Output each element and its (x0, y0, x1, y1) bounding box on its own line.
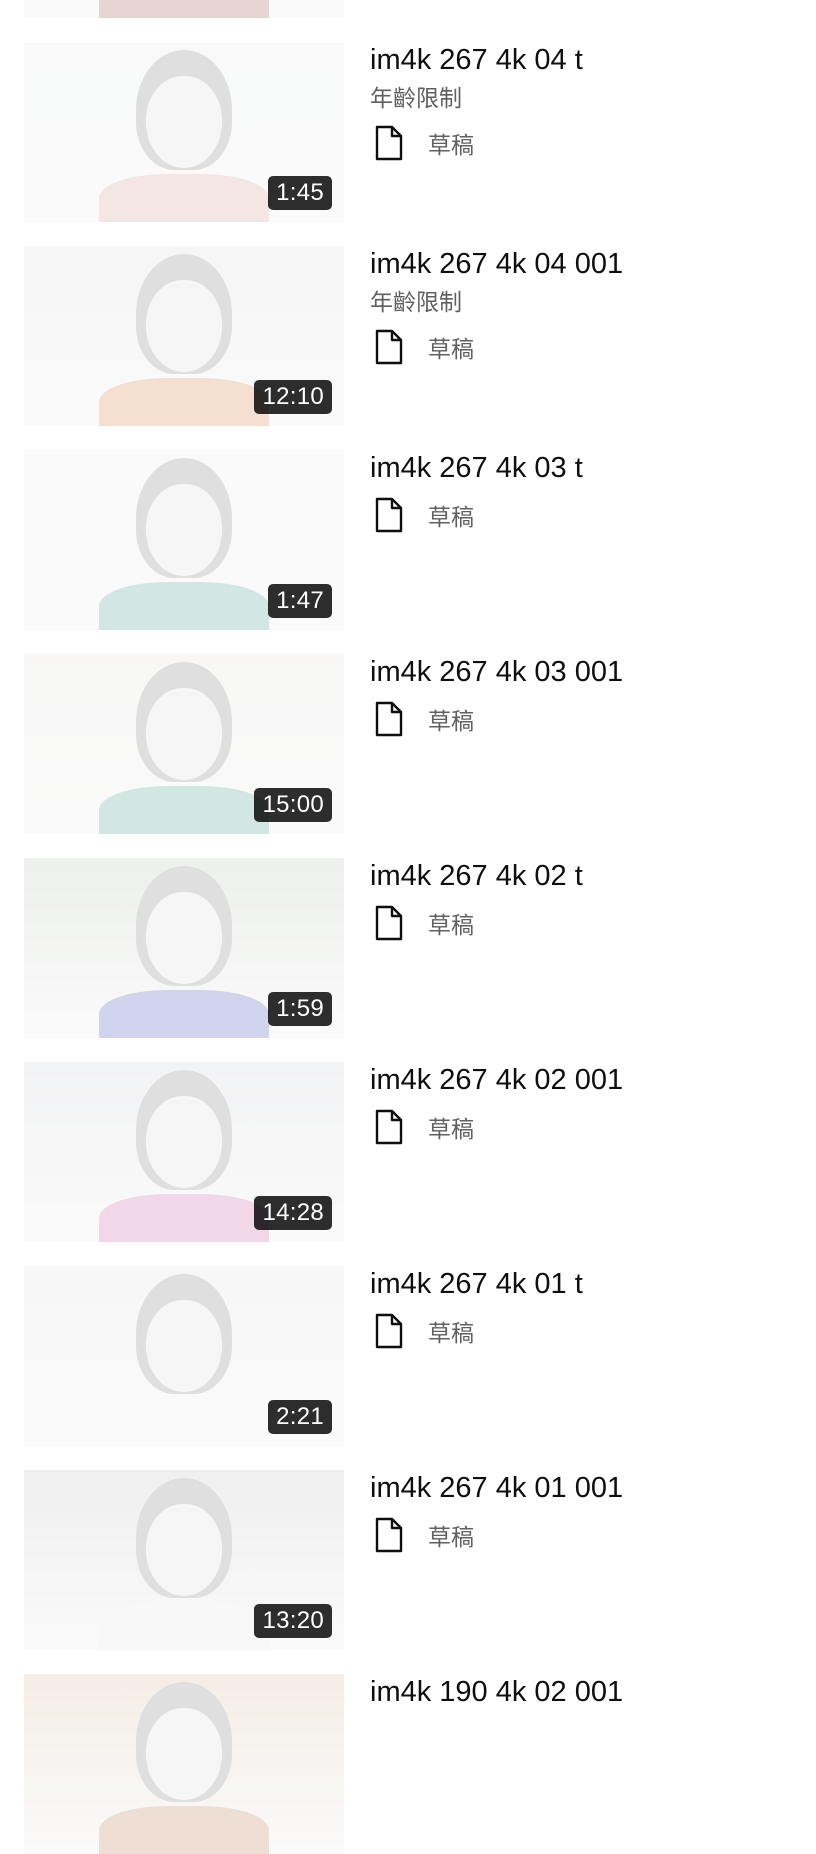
duration-badge: 2:21 (268, 1400, 332, 1434)
duration-badge: 13:20 (254, 1604, 332, 1638)
duration-badge: 14:28 (254, 1196, 332, 1230)
video-meta: im4k 190 4k 02 001 (370, 1674, 800, 1710)
video-meta: im4k 267 4k 03 t 草稿 (370, 450, 800, 534)
video-thumbnail[interactable]: 2:21 (24, 1266, 344, 1446)
visibility-status: 草稿 (370, 1108, 800, 1146)
video-list: 1:45 im4k 267 4k 04 t 年齡限制 草稿 12:10 im4k 267 … (0, 0, 816, 1854)
duration-badge: 1:45 (268, 176, 332, 210)
video-thumbnail[interactable]: 15:00 (24, 654, 344, 834)
visibility-status: 草稿 (370, 1516, 800, 1554)
age-restriction-label: 年齡限制 (370, 86, 462, 112)
video-title[interactable]: im4k 190 4k 02 001 (370, 1674, 800, 1710)
status-label: 草稿 (428, 709, 474, 735)
video-list-item[interactable]: 13:20 im4k 267 4k 01 001 草稿 (0, 1436, 816, 1650)
document-icon (374, 701, 404, 737)
video-list-item[interactable]: 1:47 im4k 267 4k 03 t 草稿 (0, 416, 816, 630)
age-restriction-label: 年齡限制 (370, 290, 462, 316)
video-title[interactable]: im4k 267 4k 03 t (370, 450, 800, 486)
video-meta: im4k 267 4k 02 t 草稿 (370, 858, 800, 942)
video-meta: im4k 267 4k 03 001 草稿 (370, 654, 800, 738)
video-thumbnail[interactable]: 13:20 (24, 1470, 344, 1650)
video-list-item[interactable]: 1:59 im4k 267 4k 02 t 草稿 (0, 824, 816, 1038)
document-icon (374, 497, 404, 533)
video-thumbnail[interactable]: 1:45 (24, 42, 344, 222)
video-thumbnail[interactable]: 14:28 (24, 1062, 344, 1242)
video-title[interactable]: im4k 267 4k 04 t (370, 42, 800, 78)
status-label: 草稿 (428, 1117, 474, 1143)
visibility-status: 草稿 (370, 496, 800, 534)
visibility-status: 草稿 (370, 1312, 800, 1350)
visibility-status: 草稿 (370, 328, 800, 366)
video-title[interactable]: im4k 267 4k 02 t (370, 858, 800, 894)
video-title[interactable]: im4k 267 4k 02 001 (370, 1062, 800, 1098)
video-title[interactable]: im4k 267 4k 03 001 (370, 654, 800, 690)
thumbnail-draft-overlay (24, 1674, 344, 1854)
video-meta: im4k 267 4k 04 001 年齡限制草稿 (370, 246, 800, 366)
video-list-item[interactable]: 1:45 im4k 267 4k 04 t 年齡限制草稿 (0, 8, 816, 222)
video-title[interactable]: im4k 267 4k 01 t (370, 1266, 800, 1302)
video-thumbnail[interactable] (24, 1674, 344, 1854)
document-icon (374, 125, 404, 161)
video-meta: im4k 267 4k 01 t 草稿 (370, 1266, 800, 1350)
video-meta: im4k 267 4k 02 001 草稿 (370, 1062, 800, 1146)
video-thumbnail[interactable]: 1:47 (24, 450, 344, 630)
video-thumbnail[interactable]: 12:10 (24, 246, 344, 426)
video-list-item[interactable]: 12:10 im4k 267 4k 04 001 年齡限制草稿 (0, 212, 816, 426)
duration-badge: 12:10 (254, 380, 332, 414)
status-label: 草稿 (428, 1321, 474, 1347)
video-list-item[interactable]: 15:00 im4k 267 4k 03 001 草稿 (0, 620, 816, 834)
video-thumbnail[interactable]: 1:59 (24, 858, 344, 1038)
video-meta: im4k 267 4k 01 001 草稿 (370, 1470, 800, 1554)
video-list-item[interactable]: 14:28 im4k 267 4k 02 001 草稿 (0, 1028, 816, 1242)
video-list-item[interactable]: im4k 190 4k 02 001 (0, 1640, 816, 1854)
document-icon (374, 905, 404, 941)
document-icon (374, 1313, 404, 1349)
document-icon (374, 329, 404, 365)
duration-badge: 1:47 (268, 584, 332, 618)
video-list-item[interactable] (0, 0, 816, 18)
duration-badge: 1:59 (268, 992, 332, 1026)
status-label: 草稿 (428, 913, 474, 939)
video-meta: im4k 267 4k 04 t 年齡限制草稿 (370, 42, 800, 162)
document-icon (374, 1517, 404, 1553)
document-icon (374, 1109, 404, 1145)
visibility-status: 草稿 (370, 124, 800, 162)
visibility-status: 草稿 (370, 904, 800, 942)
visibility-status: 草稿 (370, 700, 800, 738)
duration-badge: 15:00 (254, 788, 332, 822)
status-label: 草稿 (428, 337, 474, 363)
video-list-item[interactable]: 2:21 im4k 267 4k 01 t 草稿 (0, 1232, 816, 1446)
video-title[interactable]: im4k 267 4k 01 001 (370, 1470, 800, 1506)
status-label: 草稿 (428, 505, 474, 531)
status-label: 草稿 (428, 1525, 474, 1551)
video-title[interactable]: im4k 267 4k 04 001 (370, 246, 800, 282)
status-label: 草稿 (428, 133, 474, 159)
